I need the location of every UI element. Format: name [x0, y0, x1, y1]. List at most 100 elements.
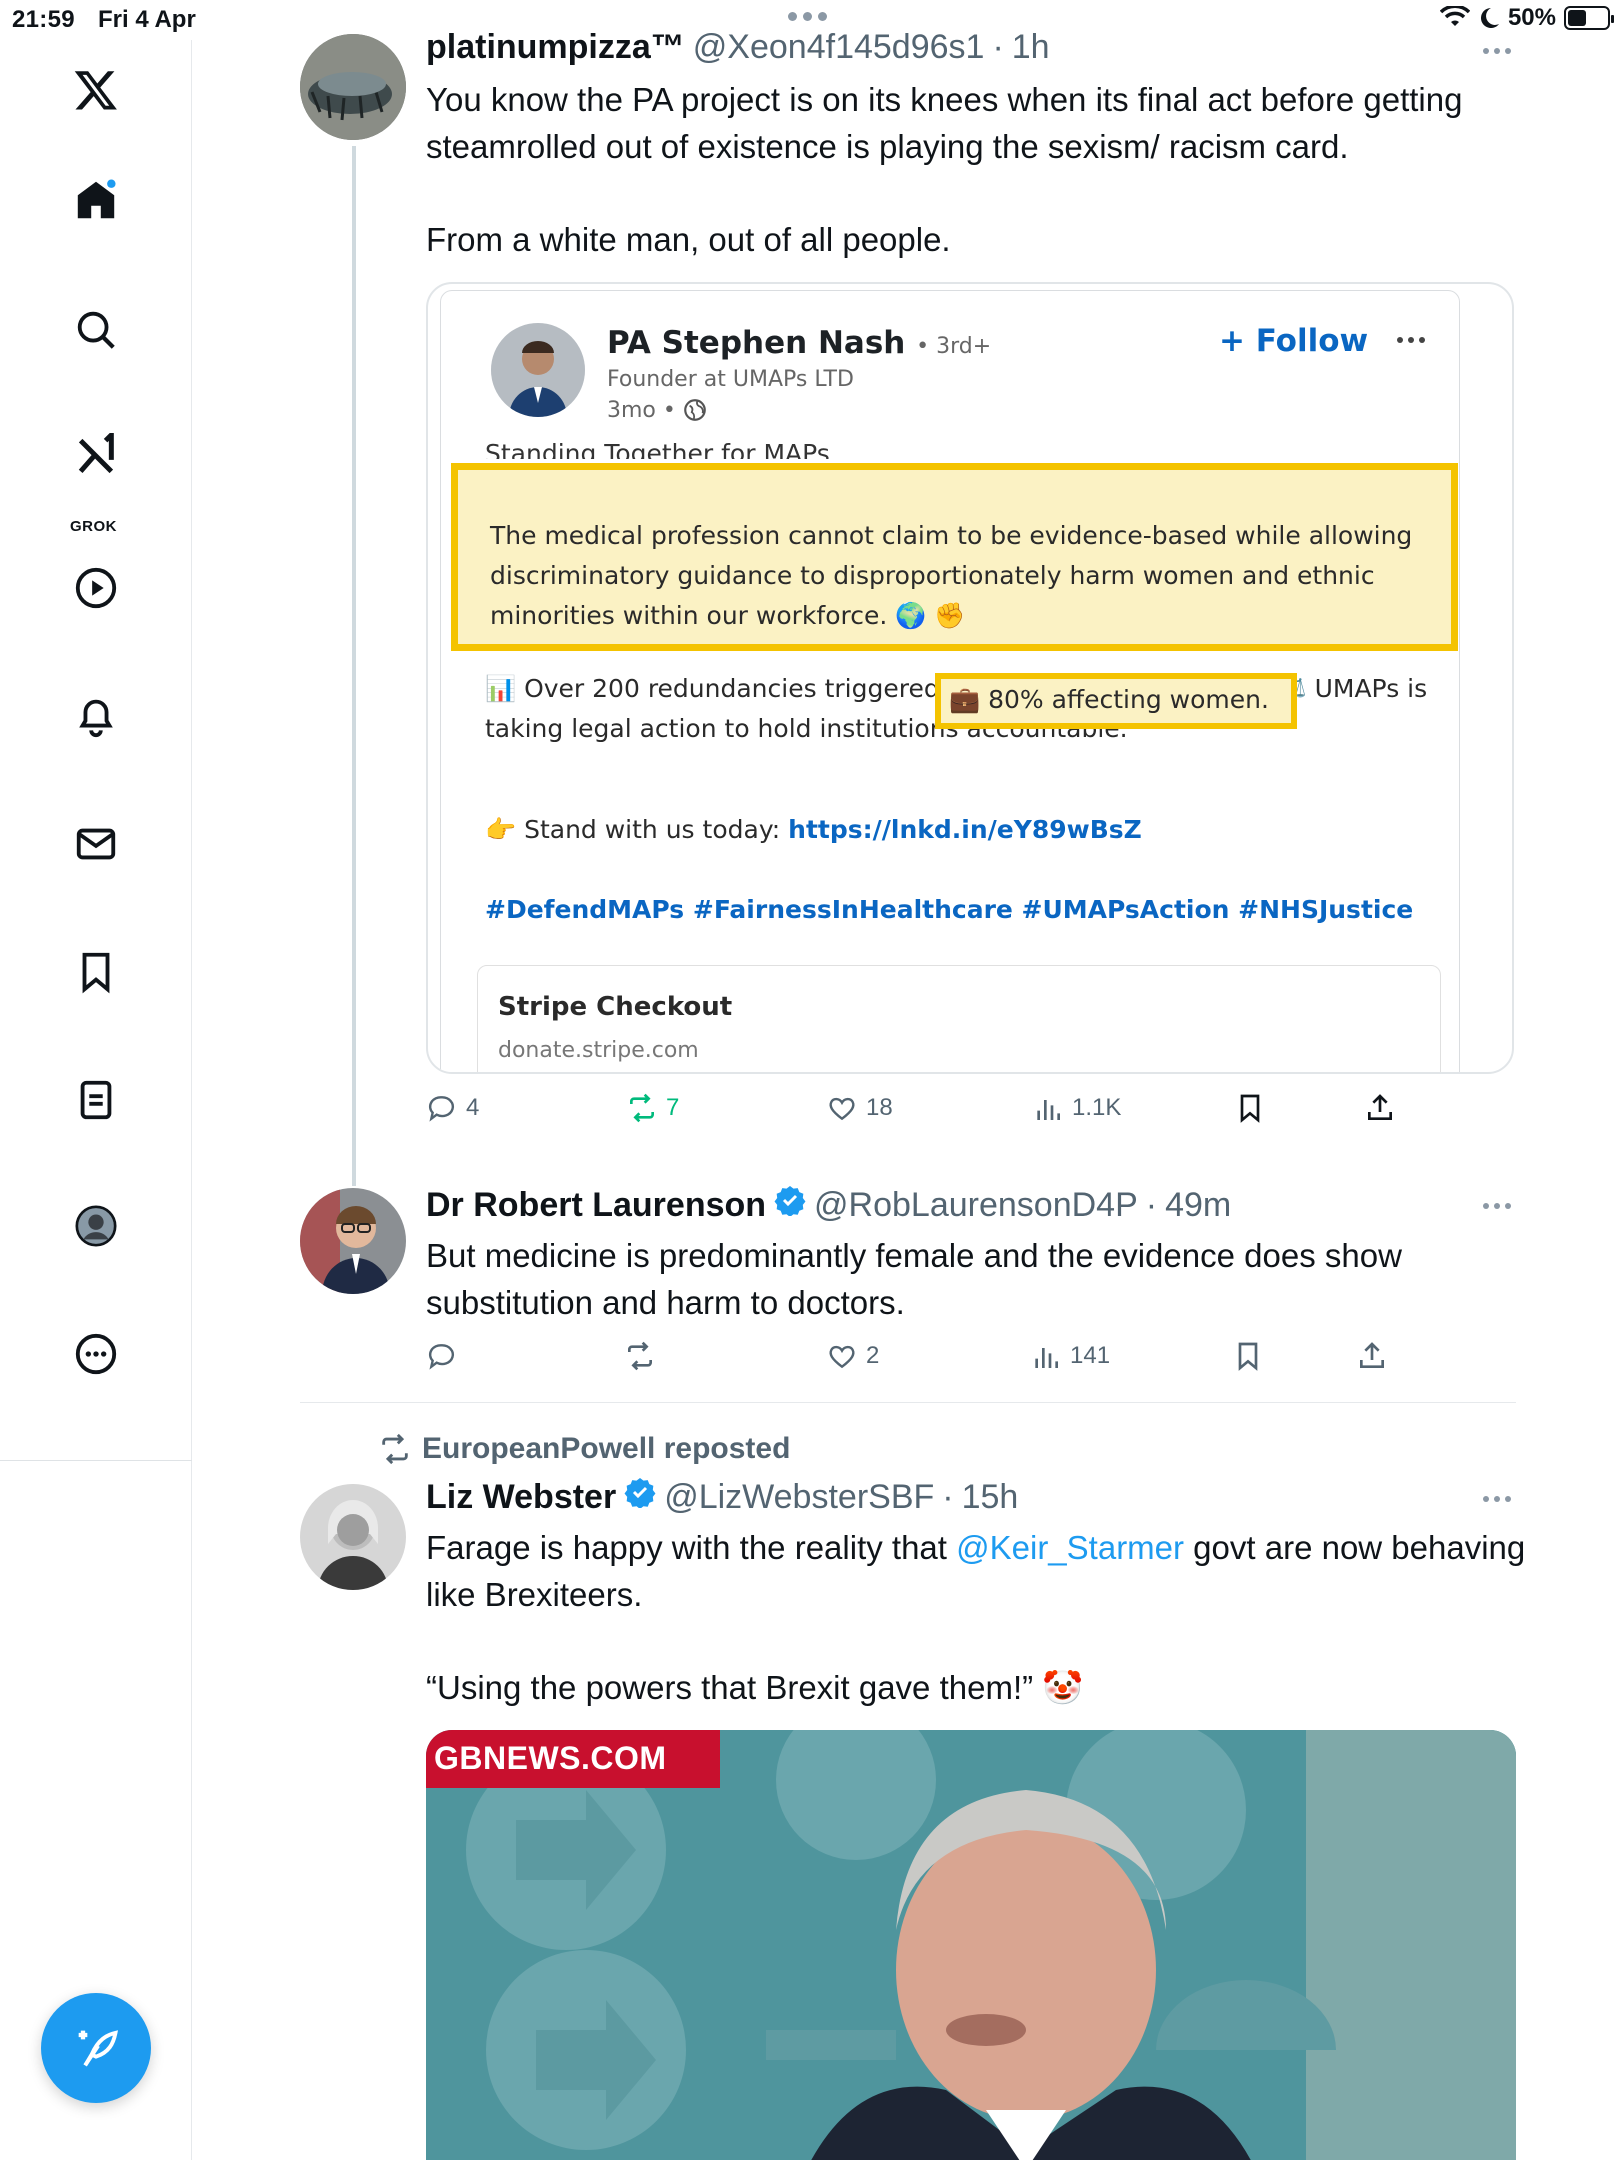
tweet-3-more-icon[interactable]: [1483, 1496, 1511, 1502]
tweet-3-video-frame[interactable]: GBNEWS.COM: [426, 1730, 1516, 2160]
tweet-1-time[interactable]: 1h: [1012, 28, 1050, 67]
video-still-image: [426, 1730, 1516, 2160]
share-icon: [1368, 1094, 1392, 1120]
compose-feather-icon: [78, 2030, 119, 2067]
link-preview-url: donate.stripe.com: [498, 1038, 699, 1063]
linkedin-time-row: 3mo •: [607, 397, 708, 423]
battery-percent: 50%: [1507, 4, 1556, 31]
heart-icon: [829, 1345, 855, 1369]
tweet-2-name[interactable]: Dr Robert Laurenson: [426, 1186, 766, 1225]
tweet-3-text: Farage is happy with the reality that @K…: [426, 1524, 1526, 1618]
verified-badge-icon: [774, 1186, 806, 1216]
tweet-2-like-button[interactable]: 2: [826, 1340, 879, 1372]
avatar-liz-webster[interactable]: [300, 1484, 406, 1590]
link-preview-card: Stripe Checkout donate.stripe.com: [477, 965, 1441, 1072]
linkedin-stand-line: 👉 Stand with us today: https://lnkd.in/e…: [485, 815, 1142, 845]
tweet-2-bookmark-button[interactable]: [1232, 1340, 1264, 1372]
sidebar-divider: [0, 1460, 192, 1461]
tweet-2-like-count: 2: [866, 1342, 880, 1369]
linkedin-follow-button: + Follow: [1219, 323, 1369, 359]
tweet-2-repost-button[interactable]: [624, 1340, 656, 1372]
grok-icon[interactable]: [66, 426, 126, 486]
linkedin-stand-prefix: 👉 Stand with us today:: [485, 815, 789, 844]
tweet-1-reply-count: 4: [466, 1094, 480, 1121]
linkedin-author: PA Stephen Nash: [607, 325, 906, 361]
tweet-1-text-2: From a white man, out of all people.: [426, 221, 951, 258]
tweet-3-name[interactable]: Liz Webster: [426, 1478, 616, 1517]
reply-icon: [428, 1344, 454, 1370]
lists-icon[interactable]: [66, 1070, 126, 1130]
tweet-3-mention-link[interactable]: @Keir_Starmer: [956, 1529, 1184, 1566]
tweet-3-time[interactable]: 15h: [962, 1478, 1019, 1517]
tweet-1-repost-count: 7: [666, 1094, 680, 1121]
tweet-1-dot: ·: [992, 28, 1004, 66]
tweet-1-header: platinumpizza™ @Xeon4f145d96s1 · 1h: [426, 28, 1050, 67]
linkedin-hashtags: #DefendMAPs #FairnessInHealthcare #UMAPs…: [485, 895, 1414, 924]
avatar-robert-laurenson[interactable]: [300, 1188, 406, 1294]
gbnews-badge: GBNEWS.COM: [426, 1730, 720, 1788]
tweet-1-actions: 4 7 18 1.1K: [426, 1092, 1426, 1132]
compose-button[interactable]: [41, 1993, 151, 2103]
tweet-2-more-icon[interactable]: [1483, 1203, 1511, 1209]
linkedin-avatar: [491, 323, 585, 417]
x-logo[interactable]: [66, 60, 126, 120]
bookmark-icon: [1238, 1342, 1258, 1371]
views-icon: [1035, 1348, 1058, 1368]
highlight-text: The medical profession cannot claim to b…: [490, 521, 1413, 630]
tweet-2-view-count: 141: [1070, 1342, 1111, 1369]
tweet-1-bookmark-button[interactable]: [1234, 1092, 1266, 1124]
tweet-1-views-button[interactable]: 1.1K: [1032, 1092, 1121, 1124]
status-time: 21:59: [12, 6, 75, 33]
repost-indicator[interactable]: EuropeanPowell reposted: [378, 1432, 790, 1466]
tweet-1-name[interactable]: platinumpizza™: [426, 28, 685, 67]
globe-icon: [684, 399, 706, 421]
tweet-1-like-button[interactable]: 18: [826, 1092, 893, 1124]
home-icon[interactable]: [66, 170, 126, 230]
profile-icon[interactable]: [66, 1196, 126, 1256]
views-icon: [1037, 1100, 1060, 1120]
bookmarks-icon[interactable]: [66, 942, 126, 1002]
search-icon[interactable]: [66, 300, 126, 360]
repost-icon: [628, 1341, 652, 1371]
share-icon: [1360, 1342, 1384, 1368]
thread-connector-line: [352, 146, 356, 1186]
heart-icon: [829, 1097, 855, 1121]
avatar-platinumpizza[interactable]: [300, 34, 406, 140]
tweet-3-text-a: Farage is happy with the reality that: [426, 1529, 957, 1566]
linkedin-time: 3mo •: [607, 397, 676, 423]
link-preview-title: Stripe Checkout: [498, 992, 733, 1022]
tweet-3-header: Liz Webster @LizWebsterSBF · 15h: [426, 1476, 1018, 1517]
tweet-2-dot: ·: [1145, 1186, 1158, 1224]
tweet-1-repost-button[interactable]: 7: [626, 1092, 679, 1124]
linkedin-degree: • 3rd+: [916, 334, 992, 359]
tweet-3-handle[interactable]: @LizWebsterSBF: [664, 1478, 934, 1517]
tweet-2-actions: 2 141: [426, 1340, 1426, 1380]
sidebar: GROK: [0, 40, 192, 2160]
tweet-2-share-button[interactable]: [1356, 1340, 1388, 1372]
tweet-2-handle[interactable]: @RobLaurensonD4P: [814, 1186, 1138, 1225]
more-icon[interactable]: [66, 1324, 126, 1384]
tweet-1-handle[interactable]: @Xeon4f145d96s1: [693, 28, 985, 67]
notifications-icon[interactable]: [66, 686, 126, 746]
tweet-separator: [300, 1402, 1516, 1403]
tweet-1-reply-button[interactable]: 4: [426, 1092, 479, 1124]
tweet-1-more-icon[interactable]: [1483, 48, 1511, 54]
repost-icon: [630, 1093, 654, 1123]
highlight-box: The medical profession cannot claim to b…: [451, 463, 1458, 651]
tweet-1-like-count: 18: [866, 1094, 893, 1121]
inline-highlight-box: 💼 80% affecting women.: [935, 673, 1297, 729]
messages-icon[interactable]: [66, 814, 126, 874]
tweet-2-time[interactable]: 49m: [1165, 1186, 1231, 1225]
linkedin-stand-link: https://lnkd.in/eY89wBsZ: [788, 815, 1142, 844]
tweet-1-share-button[interactable]: [1364, 1092, 1396, 1124]
video-icon[interactable]: [66, 558, 126, 618]
multitasking-dots-icon[interactable]: [788, 12, 827, 21]
linkedin-cut-line: Standing Together for MAPs: [485, 439, 830, 459]
linkedin-author-name: PA Stephen Nash • 3rd+: [607, 325, 991, 361]
tweet-1-embedded-image[interactable]: PA Stephen Nash • 3rd+ Founder at UMAPs …: [426, 282, 1514, 1074]
tweet-2-views-button[interactable]: 141: [1030, 1340, 1110, 1372]
status-indicators: 50%: [1439, 4, 1614, 32]
inline-highlight-text: 💼 80% affecting women.: [949, 685, 1269, 714]
tweet-2-reply-button[interactable]: [426, 1340, 458, 1372]
repost-icon: [382, 1433, 408, 1465]
